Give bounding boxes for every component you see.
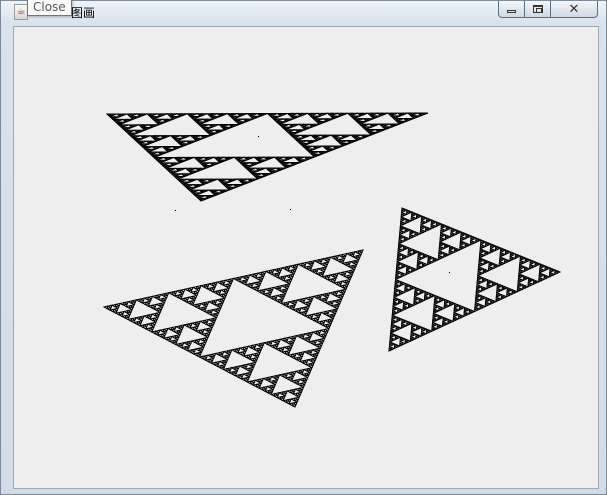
title-bar[interactable]: ☕ 图画 Close ✕ [1,0,606,25]
sierpinski-triangle-bottom-left [102,249,364,408]
app-window: ☕ 图画 Close ✕ [0,0,607,495]
maximize-icon [532,5,543,13]
maximize-button[interactable] [525,1,551,18]
close-tooltip: Close [27,0,72,16]
sierpinski-triangle-top [105,112,429,202]
drawing-canvas [13,26,599,489]
minimize-button[interactable] [498,1,525,18]
fractal-drawing [102,112,562,408]
window-title: 图画 [71,6,96,20]
sierpinski-triangle-right [388,207,562,352]
java-app-icon[interactable]: ☕ [14,4,28,20]
close-button[interactable]: ✕ [551,1,598,18]
close-icon: ✕ [568,1,580,17]
minimize-icon [507,9,516,13]
